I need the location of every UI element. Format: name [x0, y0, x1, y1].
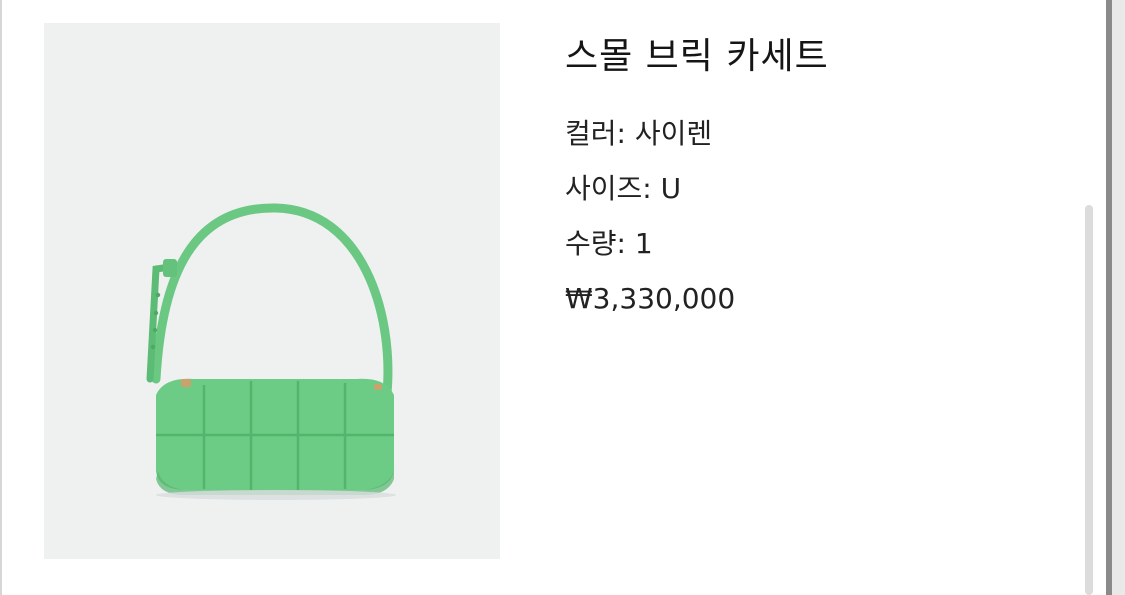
product-info: 스몰 브릭 카세트 컬러: 사이렌 사이즈: U 수량: 1 ₩3,330,00… — [565, 30, 1065, 326]
product-quantity: 수량: 1 — [565, 227, 653, 260]
left-border — [0, 0, 2, 595]
vertical-scrollbar[interactable] — [1085, 205, 1093, 595]
bag-illustration — [146, 203, 396, 500]
product-image[interactable] — [44, 23, 500, 559]
product-price: ₩3,330,000 — [565, 282, 736, 315]
right-margin — [1112, 0, 1125, 595]
product-title[interactable]: 스몰 브릭 카세트 — [565, 30, 1065, 84]
product-size: 사이즈: U — [565, 172, 682, 205]
product-color: 컬러: 사이렌 — [565, 117, 713, 150]
order-item-card: 스몰 브릭 카세트 컬러: 사이렌 사이즈: U 수량: 1 ₩3,330,00… — [0, 0, 1125, 595]
